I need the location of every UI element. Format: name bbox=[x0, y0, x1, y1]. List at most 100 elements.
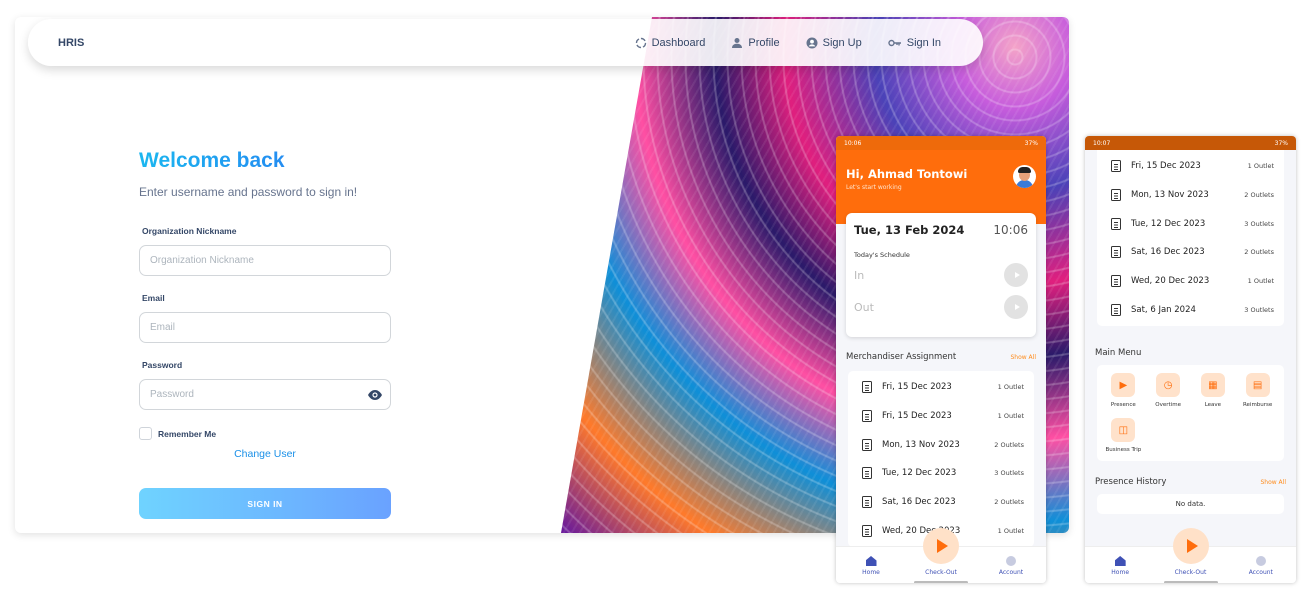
clipboard-icon bbox=[862, 381, 872, 394]
clipboard-icon bbox=[1111, 189, 1121, 202]
email-placeholder: Email bbox=[150, 322, 176, 333]
menu-overtime[interactable]: ◷ Overtime bbox=[1146, 373, 1191, 408]
remember-me[interactable]: Remember Me bbox=[139, 427, 391, 440]
schedule-label: Today's Schedule bbox=[854, 251, 910, 259]
remember-me-label: Remember Me bbox=[158, 428, 217, 439]
out-play-icon[interactable] bbox=[1004, 295, 1028, 319]
avatar[interactable] bbox=[1013, 165, 1036, 188]
menu-reimburse[interactable]: ▤ Reimburse bbox=[1235, 373, 1280, 408]
list-item[interactable]: Sat, 6 Jan 2024 3 Outlets bbox=[1097, 295, 1284, 324]
assignment-date: Fri, 15 Dec 2023 bbox=[1131, 161, 1201, 172]
list-item[interactable]: Fri, 15 Dec 2023 1 Outlet bbox=[1097, 152, 1284, 181]
remember-me-checkbox[interactable] bbox=[139, 427, 152, 440]
assignment-count: 1 Outlet bbox=[1247, 277, 1274, 286]
checkout-play-button[interactable] bbox=[1172, 528, 1209, 564]
presence-history-title: Presence History bbox=[1095, 477, 1167, 488]
assignment-date: Fri, 15 Dec 2023 bbox=[882, 411, 952, 422]
nav-links: Dashboard Profile Sign Up Sign In bbox=[635, 37, 941, 49]
nav-account-label: Account bbox=[998, 569, 1024, 576]
clipboard-icon bbox=[1111, 275, 1121, 288]
receipt-icon: ▤ bbox=[1245, 373, 1270, 398]
assignment-count: 1 Outlet bbox=[1247, 162, 1274, 171]
list-item[interactable]: Wed, 20 Dec 2023 1 Outlet bbox=[1097, 267, 1284, 296]
assignment-date: Sat, 16 Dec 2023 bbox=[1131, 247, 1205, 258]
change-user-link[interactable]: Change User bbox=[139, 448, 391, 460]
password-label: Password bbox=[142, 360, 183, 370]
assignment-date: Fri, 15 Dec 2023 bbox=[882, 382, 952, 393]
clipboard-icon bbox=[862, 524, 872, 537]
bottom-nav: Home Check-Out Account bbox=[1085, 528, 1296, 583]
nav-signup[interactable]: Sign Up bbox=[806, 37, 862, 49]
menu-leave-label: Leave bbox=[1204, 402, 1222, 409]
brand-logo[interactable]: HRIS bbox=[58, 37, 84, 49]
menu-presence-label: Presence bbox=[1110, 402, 1136, 409]
assignment-count: 3 Outlets bbox=[1244, 305, 1274, 314]
nav-signin[interactable]: Sign In bbox=[888, 37, 941, 49]
organization-input[interactable]: Organization Nickname bbox=[139, 245, 391, 276]
assignment-date: Tue, 12 Dec 2023 bbox=[882, 468, 957, 479]
gesture-bar bbox=[914, 581, 968, 583]
assignment-count: 2 Outlets bbox=[1244, 191, 1274, 200]
status-time: 10:06 bbox=[844, 139, 862, 147]
clipboard-icon bbox=[1111, 217, 1121, 230]
assignment-section-title: Merchandiser Assignment bbox=[846, 352, 957, 362]
assignment-list: Fri, 15 Dec 2023 1 Outlet Mon, 13 Nov 202… bbox=[1097, 150, 1284, 327]
list-item[interactable]: Mon, 13 Nov 2023 2 Outlets bbox=[848, 430, 1034, 459]
calendar-icon: ▦ bbox=[1200, 373, 1225, 398]
account-icon bbox=[1255, 556, 1266, 566]
schedule-in-row: In bbox=[854, 259, 1028, 291]
list-item[interactable]: Fri, 15 Dec 2023 1 Outlet bbox=[848, 402, 1034, 431]
greeting-tagline: Let's start working bbox=[846, 184, 902, 191]
list-item[interactable]: Mon, 13 Nov 2023 2 Outlets bbox=[1097, 181, 1284, 210]
nav-signin-label: Sign In bbox=[906, 36, 941, 49]
nav-dashboard-label: Dashboard bbox=[651, 36, 706, 49]
list-item[interactable]: Tue, 12 Dec 2023 3 Outlets bbox=[848, 459, 1034, 488]
briefcase-icon: ◫ bbox=[1111, 418, 1136, 443]
password-input[interactable]: Password bbox=[139, 379, 391, 410]
out-label: Out bbox=[854, 300, 874, 314]
schedule-out-row: Out bbox=[854, 291, 1028, 323]
in-play-icon[interactable] bbox=[1004, 263, 1028, 287]
nav-dashboard[interactable]: Dashboard bbox=[635, 36, 706, 49]
dashboard-icon bbox=[635, 37, 646, 48]
list-item[interactable]: Sat, 16 Dec 2023 2 Outlets bbox=[848, 488, 1034, 517]
presence-history-show-all-link[interactable]: Show All bbox=[1260, 479, 1286, 486]
assignment-count: 3 Outlets bbox=[1244, 219, 1274, 228]
clipboard-icon bbox=[862, 496, 872, 509]
assignment-count: 2 Outlets bbox=[994, 498, 1024, 507]
mobile-home-screen: 10:06 37% Hi, Ahmad Tontowi Let's start … bbox=[836, 136, 1046, 583]
status-battery: 37% bbox=[1274, 139, 1288, 147]
signin-form: Welcome back Enter username and password… bbox=[139, 149, 391, 519]
assignment-count: 3 Outlets bbox=[994, 469, 1024, 478]
menu-business-trip[interactable]: ◫ Business Trip bbox=[1101, 418, 1146, 453]
menu-presence[interactable]: ▶ Presence bbox=[1101, 373, 1146, 408]
nav-account[interactable]: Account bbox=[1236, 556, 1286, 576]
assignment-count: 1 Outlet bbox=[997, 526, 1024, 535]
nav-profile-label: Profile bbox=[748, 36, 780, 49]
email-input[interactable]: Email bbox=[139, 312, 391, 343]
nav-profile[interactable]: Profile bbox=[731, 36, 780, 49]
assignment-count: 1 Outlet bbox=[997, 383, 1024, 392]
account-circle-icon bbox=[806, 37, 818, 48]
assignment-date: Tue, 12 Dec 2023 bbox=[1131, 218, 1206, 229]
assignment-date: Mon, 13 Nov 2023 bbox=[1131, 190, 1209, 201]
status-bar: 10:06 37% bbox=[836, 136, 1046, 150]
nav-account[interactable]: Account bbox=[986, 556, 1036, 576]
clipboard-icon bbox=[862, 438, 872, 451]
list-item[interactable]: Sat, 16 Dec 2023 2 Outlets bbox=[1097, 238, 1284, 267]
home-icon bbox=[865, 556, 877, 566]
signin-button[interactable]: SIGN IN bbox=[139, 488, 391, 519]
checkout-play-button[interactable] bbox=[923, 528, 959, 564]
assignment-show-all-link[interactable]: Show All bbox=[1010, 354, 1036, 361]
list-item[interactable]: Tue, 12 Dec 2023 3 Outlets bbox=[1097, 209, 1284, 238]
assignment-date: Mon, 13 Nov 2023 bbox=[882, 439, 960, 450]
menu-business-trip-label: Business Trip bbox=[1105, 447, 1142, 454]
nav-home[interactable]: Home bbox=[1095, 556, 1145, 576]
menu-leave[interactable]: ▦ Leave bbox=[1191, 373, 1236, 408]
eye-icon[interactable] bbox=[368, 389, 382, 401]
schedule-date: Tue, 13 Feb 2024 bbox=[854, 223, 965, 237]
account-icon bbox=[1006, 556, 1016, 566]
list-item[interactable]: Fri, 15 Dec 2023 1 Outlet bbox=[848, 373, 1034, 402]
nav-home[interactable]: Home bbox=[846, 556, 896, 576]
assignment-count: 1 Outlet bbox=[997, 412, 1024, 421]
